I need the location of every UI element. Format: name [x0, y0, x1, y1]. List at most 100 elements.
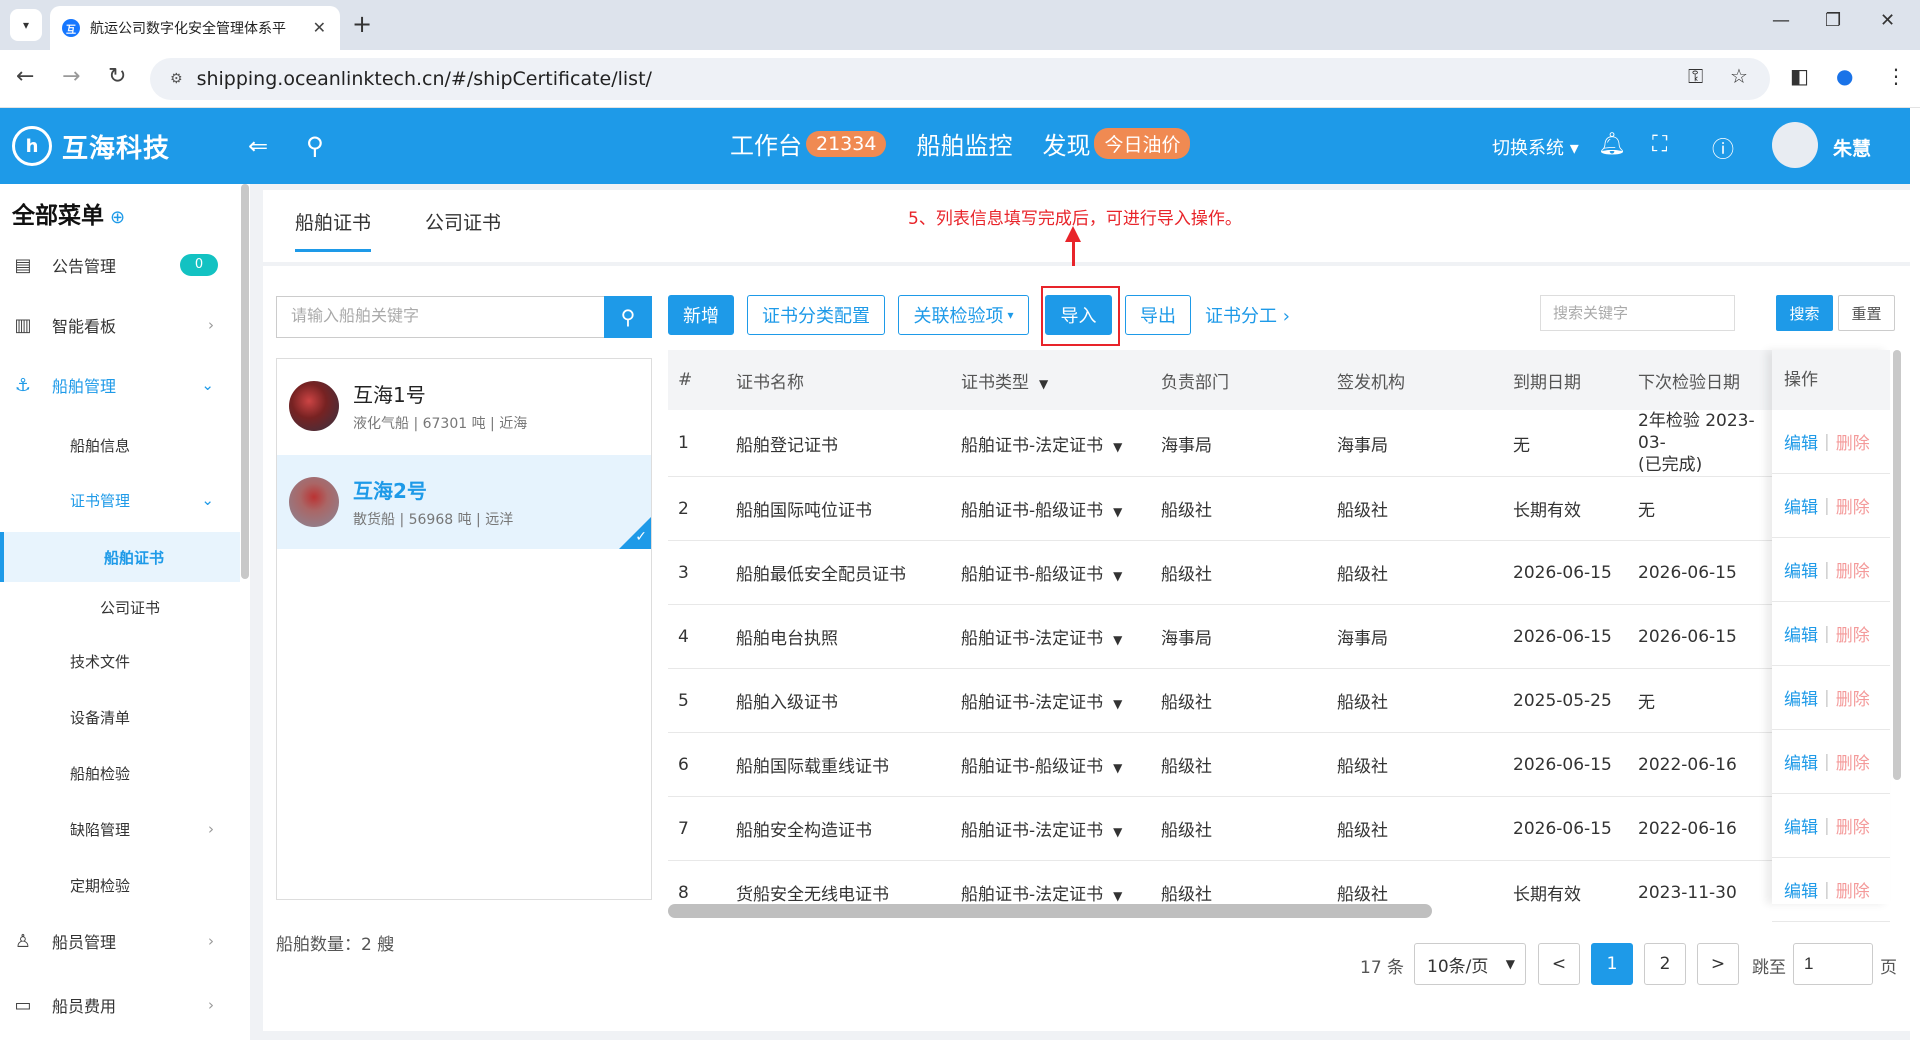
table-vertical-scrollbar[interactable]	[1893, 350, 1901, 780]
cell-dept-text: 船级社	[1161, 885, 1212, 904]
edit-link[interactable]: 编辑	[1784, 685, 1818, 710]
keyword-search-input[interactable]	[1540, 295, 1735, 331]
password-key-icon[interactable]: ⚿	[1688, 64, 1703, 88]
caret-down-icon[interactable]: ▼	[1113, 505, 1122, 519]
certificate-division-link[interactable]: 证书分工 ›	[1205, 302, 1290, 328]
minimize-icon[interactable]: —	[1772, 10, 1790, 31]
sidebar-item-ship-management[interactable]: ⚓︎ 船舶管理 ⌄	[0, 360, 240, 410]
back-arrow-icon[interactable]: ←	[16, 64, 34, 89]
tab-ship-certificates[interactable]: 船舶证书	[295, 208, 372, 252]
sidebar-item-ship-info[interactable]: 船舶信息	[0, 420, 240, 470]
linked-inspection-dropdown[interactable]: 关联检验项 ▾	[898, 295, 1029, 335]
import-button[interactable]: 导入	[1045, 295, 1112, 335]
edit-link[interactable]: 编辑	[1784, 749, 1818, 774]
sidebar-item-certificate-management[interactable]: 证书管理 ⌄	[0, 475, 240, 525]
caret-down-icon[interactable]: ▼	[1113, 569, 1122, 583]
delete-link[interactable]: 删除	[1836, 685, 1870, 710]
edit-link[interactable]: 编辑	[1784, 557, 1818, 582]
ship-search-input[interactable]	[277, 297, 603, 337]
sidebar-item-periodic-inspection[interactable]: 定期检验	[0, 860, 240, 910]
ship-search-button[interactable]: ⚲	[604, 296, 652, 338]
sidebar-item-ship-certificates[interactable]: 船舶证书	[0, 532, 240, 582]
browser-tab[interactable]: 互 航运公司数字化安全管理体系平 ✕	[50, 6, 340, 50]
address-bar[interactable]: ⚙ shipping.oceanlinktech.cn/#/shipCertif…	[150, 58, 1770, 100]
add-button[interactable]: 新增	[668, 295, 734, 335]
sidebar-item-dashboard[interactable]: ▥ 智能看板 ›	[0, 300, 240, 350]
profile-icon[interactable]: ●	[1836, 64, 1853, 88]
site-info-icon[interactable]: ⚙	[170, 71, 183, 87]
reload-icon[interactable]: ↻	[108, 64, 126, 89]
close-tab-icon[interactable]: ✕	[313, 18, 326, 37]
sidebar-item-crew-management[interactable]: ♙ 船员管理 ›	[0, 916, 240, 966]
cell-issuer-text: 海事局	[1337, 435, 1388, 456]
search-button[interactable]: 搜索	[1776, 295, 1833, 331]
chevron-right-icon: ›	[208, 820, 214, 838]
sidebar-item-technical-files[interactable]: 技术文件	[0, 636, 240, 686]
export-button[interactable]: 导出	[1125, 295, 1191, 335]
oil-price-badge[interactable]: 今日油价	[1094, 128, 1191, 159]
collapse-menu-icon[interactable]: ⇐	[248, 132, 268, 160]
browser-menu-icon[interactable]: ⋮	[1886, 64, 1906, 88]
caret-down-icon[interactable]: ▼	[1113, 761, 1122, 775]
nav-workbench[interactable]: 工作台 21334	[730, 126, 887, 161]
page-2-button[interactable]: 2	[1644, 943, 1686, 985]
close-window-icon[interactable]: ✕	[1880, 10, 1895, 31]
switch-system-dropdown[interactable]: 切换系统 ▾	[1492, 134, 1579, 160]
bookmark-star-icon[interactable]: ☆	[1730, 64, 1748, 88]
caret-down-icon[interactable]: ▼	[1113, 889, 1122, 903]
tab-search-chevron-icon[interactable]: ▾	[10, 9, 42, 41]
delete-link[interactable]: 删除	[1836, 557, 1870, 582]
side-panel-icon[interactable]: ◧	[1790, 64, 1809, 88]
cell-issuer-text: 船级社	[1337, 821, 1388, 841]
col-header-type[interactable]: 证书类型 ▼	[951, 350, 1151, 410]
sidebar-item-equipment-list[interactable]: 设备清单	[0, 692, 240, 742]
sidebar-scrollbar[interactable]	[241, 184, 249, 579]
next-page-button[interactable]: >	[1697, 943, 1739, 985]
ship-list-item[interactable]: 互海1号 液化气船 | 67301 吨 | 近海	[277, 359, 651, 453]
edit-link[interactable]: 编辑	[1784, 493, 1818, 518]
edit-link[interactable]: 编辑	[1784, 621, 1818, 646]
caret-down-icon[interactable]: ▼	[1113, 440, 1122, 454]
sidebar-item-company-certificates[interactable]: 公司证书	[0, 582, 240, 632]
nav-ship-monitor[interactable]: 船舶监控	[916, 126, 1012, 161]
user-name[interactable]: 朱慧	[1833, 134, 1871, 161]
edit-link[interactable]: 编辑	[1784, 877, 1818, 902]
page-1-button[interactable]: 1	[1591, 943, 1633, 985]
page-size-select[interactable]: 10条/页 ▼	[1414, 943, 1526, 985]
jump-page-input[interactable]	[1793, 943, 1873, 985]
restore-window-icon[interactable]: ❐	[1825, 10, 1841, 31]
caret-down-icon[interactable]: ▼	[1113, 825, 1122, 839]
nav-discover[interactable]: 发现 今日油价	[1042, 126, 1191, 161]
sidebar-item-ship-inspection[interactable]: 船舶检验	[0, 748, 240, 798]
notification-bell-icon[interactable]: 🔔︎	[1598, 132, 1626, 157]
sidebar-item-defect-management[interactable]: 缺陷管理 ›	[0, 804, 240, 854]
fullscreen-icon[interactable]: ⛶	[1652, 132, 1667, 157]
app-logo[interactable]: h 互海科技	[12, 126, 170, 166]
new-tab-plus-icon[interactable]: +	[352, 10, 372, 38]
delete-link[interactable]: 删除	[1836, 429, 1870, 454]
edit-link[interactable]: 编辑	[1784, 429, 1818, 454]
delete-link[interactable]: 删除	[1836, 877, 1870, 902]
reset-button[interactable]: 重置	[1838, 295, 1895, 331]
cell-type-text: 船舶证书-法定证书	[961, 629, 1104, 649]
delete-link[interactable]: 删除	[1836, 493, 1870, 518]
delete-link[interactable]: 删除	[1836, 621, 1870, 646]
avatar[interactable]	[1772, 122, 1818, 168]
delete-link[interactable]: 删除	[1836, 813, 1870, 838]
prev-page-button[interactable]: <	[1538, 943, 1580, 985]
ship-list-item-selected[interactable]: 互海2号 散货船 | 56968 吨 | 远洋 ✓	[277, 455, 651, 549]
sidebar-item-crew-expenses[interactable]: ▭ 船员费用 ›	[0, 980, 240, 1030]
caret-down-icon[interactable]: ▼	[1113, 633, 1122, 647]
help-icon[interactable]: ⓘ	[1712, 132, 1734, 164]
category-config-button[interactable]: 证书分类配置	[747, 295, 885, 335]
forward-arrow-icon[interactable]: →	[62, 64, 80, 89]
cell-index: 2	[668, 476, 726, 541]
edit-link[interactable]: 编辑	[1784, 813, 1818, 838]
delete-link[interactable]: 删除	[1836, 749, 1870, 774]
tab-company-certificates[interactable]: 公司证书	[425, 208, 501, 249]
add-menu-icon[interactable]: ⊕	[110, 207, 125, 228]
search-icon[interactable]: ⚲	[306, 132, 324, 160]
sidebar-item-announcements[interactable]: ▤ 公告管理 0	[0, 240, 240, 290]
caret-down-icon[interactable]: ▼	[1113, 697, 1122, 711]
table-horizontal-scrollbar[interactable]	[668, 904, 1432, 918]
